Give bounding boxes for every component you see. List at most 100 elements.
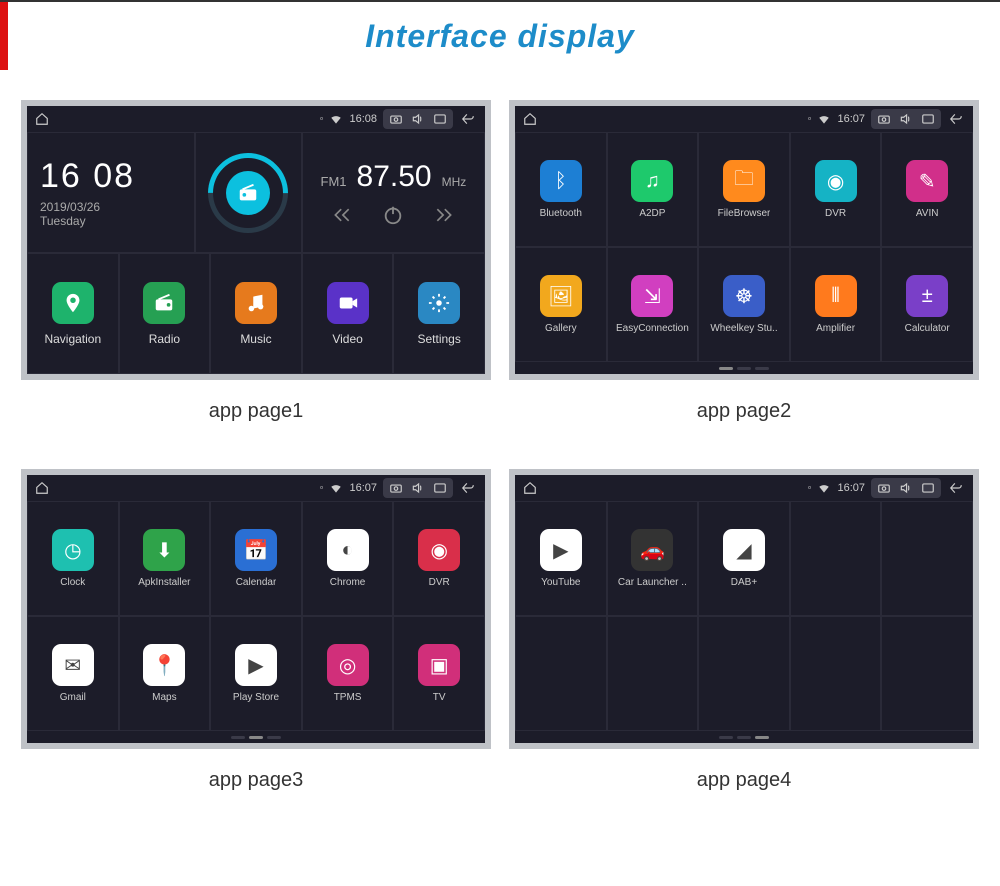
app-dvr[interactable]: ◉DVR [393, 501, 485, 616]
app-icon: ◎ [327, 644, 369, 686]
app-icon: ✎ [906, 160, 948, 202]
home-icon[interactable] [35, 481, 49, 495]
app-icon: ± [906, 275, 948, 317]
caption-4: app page4 [697, 769, 792, 792]
back-icon[interactable] [459, 112, 477, 126]
home-tile-video[interactable]: Video [302, 253, 394, 374]
screen-icon[interactable] [921, 481, 935, 495]
app-clock[interactable]: ◷Clock [27, 501, 119, 616]
app-chrome[interactable]: ◐Chrome [302, 501, 394, 616]
screen-icon[interactable] [433, 481, 447, 495]
app-gmail[interactable]: ✉Gmail [27, 616, 119, 731]
app-icon: 📅 [235, 529, 277, 571]
app-label: DVR [429, 577, 450, 588]
tile-label: Navigation [44, 332, 101, 346]
screenshot-page3: ◦ 16:07 ◷Clock⬇ApkInstaller📅Calendar◐Chr… [21, 469, 491, 749]
statusbar: ◦ 16:08 [27, 106, 485, 132]
app-youtube[interactable]: ▶ YouTube [515, 501, 607, 616]
volume-icon[interactable] [411, 481, 425, 495]
home-icon[interactable] [35, 112, 49, 126]
home-tile-radio[interactable]: Radio [119, 253, 211, 374]
app-label: FileBrowser [718, 208, 771, 219]
app-amplifier[interactable]: ⫴Amplifier [790, 247, 882, 362]
app-label: TV [433, 692, 446, 703]
app-easyconnection[interactable]: ⇲EasyConnection [607, 247, 699, 362]
camera-icon[interactable] [389, 112, 403, 126]
camera-icon[interactable] [389, 481, 403, 495]
prev-icon[interactable] [332, 205, 352, 225]
next-icon[interactable] [434, 205, 454, 225]
app-label: DAB+ [731, 577, 757, 588]
camera-icon[interactable] [877, 481, 891, 495]
page-indicator [515, 731, 973, 743]
app-maps[interactable]: 📍Maps [119, 616, 211, 731]
volume-icon[interactable] [899, 112, 913, 126]
app-avin[interactable]: ✎ AVIN [881, 132, 973, 247]
app-gallery[interactable]: 🖼 Gallery [515, 247, 607, 362]
location-icon: ◦ [808, 482, 812, 494]
clock-date: 2019/03/26 [40, 200, 182, 214]
app-label: Gallery [545, 323, 577, 334]
page-indicator [515, 362, 973, 374]
app-car-launcher-[interactable]: 🚗Car Launcher .. [607, 501, 699, 616]
panel-grid: ◦ 16:08 16 08 2019/03/26 [0, 70, 1000, 842]
app-tv[interactable]: ▣TV [393, 616, 485, 731]
radio-info[interactable]: FM1 87.50 MHz [302, 132, 485, 253]
screen-icon[interactable] [921, 112, 935, 126]
empty-cell [607, 616, 699, 731]
app-apkinstaller[interactable]: ⬇ApkInstaller [119, 501, 211, 616]
empty-cell [881, 616, 973, 731]
app-icon: ◉ [815, 160, 857, 202]
app-bluetooth[interactable]: ᛒBluetooth [515, 132, 607, 247]
page-header: Interface display [0, 0, 1000, 70]
app-icon: ▶ [540, 529, 582, 571]
status-time: 16:07 [837, 482, 865, 494]
screen-icon[interactable] [433, 112, 447, 126]
location-icon: ◦ [808, 113, 812, 125]
home-icon[interactable] [523, 481, 537, 495]
app-icon: ◢ [723, 529, 765, 571]
app-icon: ♫ [631, 160, 673, 202]
page-indicator [27, 731, 485, 743]
location-icon: ◦ [320, 113, 324, 125]
status-time: 16:08 [349, 113, 377, 125]
radio-icon [143, 282, 185, 324]
home-icon[interactable] [523, 112, 537, 126]
navigation-icon [52, 282, 94, 324]
volume-icon[interactable] [411, 112, 425, 126]
app-play-store[interactable]: ▶ Play Store [210, 616, 302, 731]
app-dab-[interactable]: ◢ DAB+ [698, 501, 790, 616]
power-icon[interactable] [382, 204, 404, 226]
home-tile-navigation[interactable]: Navigation [27, 253, 119, 374]
app-icon: ⇲ [631, 275, 673, 317]
app-icon: ▶ [235, 644, 277, 686]
back-icon[interactable] [947, 481, 965, 495]
app-icon: 🖼 [540, 275, 582, 317]
app-label: Maps [152, 692, 176, 703]
home-tile-music[interactable]: Music [210, 253, 302, 374]
tile-label: Music [240, 332, 271, 346]
app-filebrowser[interactable]: 🗀FileBrowser [698, 132, 790, 247]
radio-dial[interactable] [195, 132, 302, 253]
camera-icon[interactable] [877, 112, 891, 126]
app-calculator[interactable]: ±Calculator [881, 247, 973, 362]
app-label: YouTube [541, 577, 580, 588]
location-icon: ◦ [320, 482, 324, 494]
app-wheelkey-stu-[interactable]: ☸Wheelkey Stu.. [698, 247, 790, 362]
app-a2dp[interactable]: ♫A2DP [607, 132, 699, 247]
back-icon[interactable] [947, 112, 965, 126]
statusbar: ◦ 16:07 [515, 475, 973, 501]
settings-icon [418, 282, 460, 324]
app-tpms[interactable]: ◎TPMS [302, 616, 394, 731]
home-tile-settings[interactable]: Settings [393, 253, 485, 374]
clock-widget[interactable]: 16 08 2019/03/26 Tuesday [27, 132, 195, 253]
app-label: Play Store [233, 692, 279, 703]
app-label: AVIN [916, 208, 939, 219]
app-calendar[interactable]: 📅Calendar [210, 501, 302, 616]
back-icon[interactable] [459, 481, 477, 495]
app-dvr[interactable]: ◉DVR [790, 132, 882, 247]
volume-icon[interactable] [899, 481, 913, 495]
app-icon: ᛒ [540, 160, 582, 202]
app-icon: ⫴ [815, 275, 857, 317]
app-icon: ✉ [52, 644, 94, 686]
